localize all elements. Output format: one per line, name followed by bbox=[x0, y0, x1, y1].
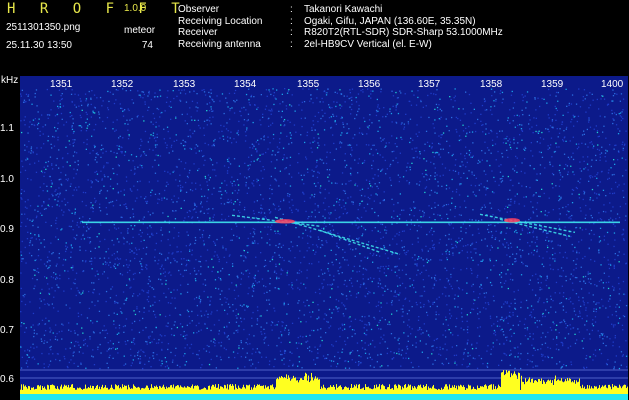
info-value: Takanori Kawachi bbox=[304, 4, 383, 15]
x-tick-label: 1358 bbox=[480, 79, 503, 90]
x-tick-label: 1359 bbox=[541, 79, 564, 90]
info-row-observer: Observer: Takanori Kawachi bbox=[178, 4, 503, 16]
x-tick-label: 1353 bbox=[173, 79, 196, 90]
x-tick-label: 1352 bbox=[111, 79, 134, 90]
meteor-head-echo bbox=[504, 218, 520, 223]
y-tick-label: 1.1 bbox=[0, 123, 14, 134]
meteor-label: meteor bbox=[124, 25, 156, 36]
y-tick-label: 0.6 bbox=[0, 374, 14, 385]
spectrogram-svg: 1351 1352 1353 1354 1355 1356 1357 1358 1359 1400 bbox=[20, 76, 628, 400]
spectrogram-background bbox=[20, 76, 628, 400]
station-info: Observer: Takanori Kawachi Receiving Loca… bbox=[178, 4, 503, 50]
y-axis-unit: kHz bbox=[1, 75, 19, 86]
baseline-strip bbox=[20, 394, 628, 400]
x-tick-label: 1351 bbox=[50, 79, 73, 90]
y-tick-label: 0.9 bbox=[0, 224, 14, 235]
info-value: R820T2(RTL-SDR) SDR-Sharp 53.1000MHz bbox=[304, 27, 503, 38]
x-tick-label: 1355 bbox=[297, 79, 320, 90]
info-row-receiver: Receiver: R820T2(RTL-SDR) SDR-Sharp 53.10… bbox=[178, 27, 503, 39]
info-sep: : bbox=[290, 15, 293, 27]
x-tick-label: 1400 bbox=[601, 79, 624, 90]
y-tick-label: 1.0 bbox=[0, 174, 14, 185]
info-key: Receiving Location bbox=[178, 15, 263, 27]
y-tick-label: 0.8 bbox=[0, 275, 14, 286]
x-tick-label: 1354 bbox=[234, 79, 257, 90]
image-filename: 2511301350.png bbox=[6, 22, 81, 33]
meteor-count: 74 bbox=[141, 40, 153, 51]
info-sep: : bbox=[290, 38, 293, 50]
y-tick-label: 0.7 bbox=[0, 325, 14, 336]
app-version: 1.0.0 bbox=[124, 3, 147, 14]
info-value: 2el-HB9CV Vertical (el. E-W) bbox=[304, 38, 432, 50]
info-row-location: Receiving Location: Ogaki, Gifu, JAPAN (1… bbox=[178, 16, 503, 28]
info-value: Ogaki, Gifu, JAPAN (136.60E, 35.35N) bbox=[304, 15, 476, 27]
x-tick-label: 1356 bbox=[358, 79, 381, 90]
x-tick-label: 1357 bbox=[418, 79, 441, 90]
info-row-antenna: Receiving antenna:2el-HB9CV Vertical (el… bbox=[178, 39, 503, 51]
timestamp: 25.11.30 13:50 bbox=[6, 40, 72, 51]
info-key: Receiver bbox=[178, 27, 218, 38]
info-sep: : bbox=[290, 27, 293, 38]
info-sep: : bbox=[290, 4, 293, 15]
header-panel: H R O F F T 1.0.0 2511301350.png meteor … bbox=[0, 0, 629, 74]
app-logo: H R O F F T bbox=[7, 1, 188, 17]
meteor-head-echo bbox=[275, 219, 295, 224]
info-key: Receiving antenna bbox=[178, 38, 261, 50]
info-key: Observer bbox=[178, 4, 220, 15]
spectrogram-plot: 1351 1352 1353 1354 1355 1356 1357 1358 1359 1400 bbox=[20, 76, 628, 400]
